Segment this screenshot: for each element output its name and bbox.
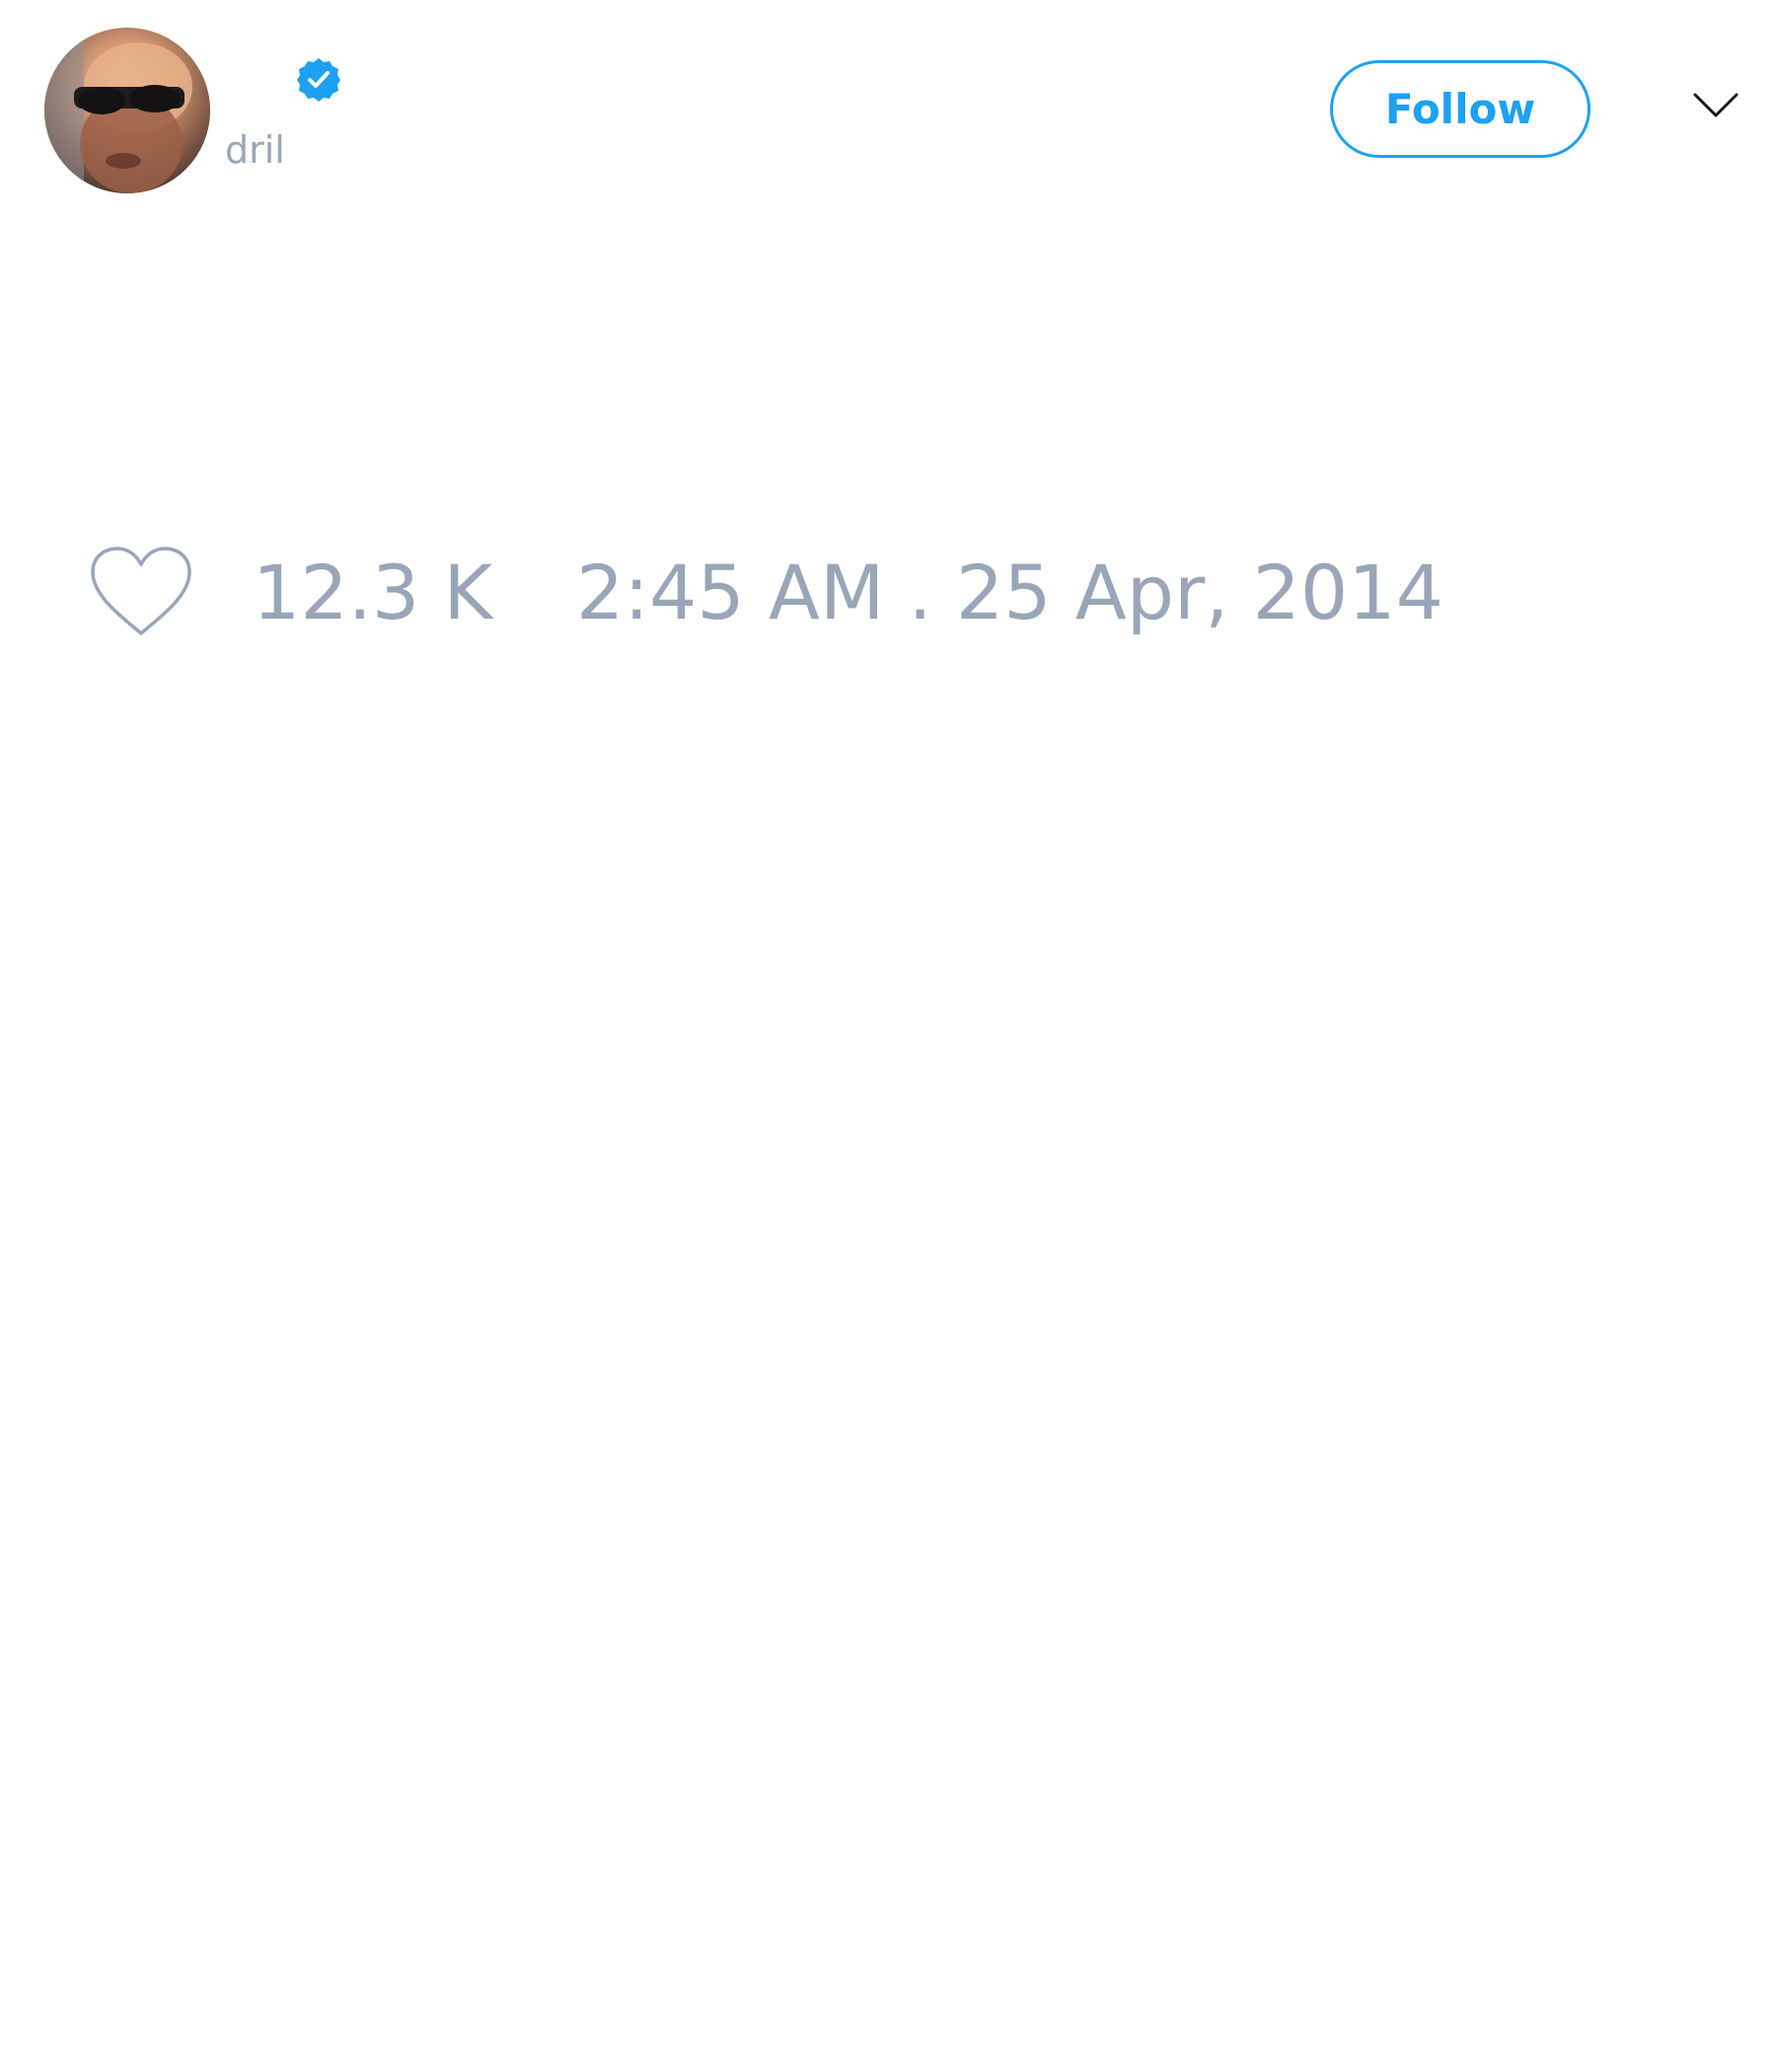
tweet-stats: 12.3 K 2:45 AM . 25 Apr, 2014 xyxy=(0,533,1776,651)
avatar[interactable] xyxy=(44,28,210,193)
verified-badge-icon xyxy=(297,58,340,102)
chevron-down-icon[interactable] xyxy=(1692,91,1739,120)
tweet-timestamp[interactable]: 2:45 AM . 25 Apr, 2014 xyxy=(576,551,1443,635)
avatar-photo xyxy=(44,28,210,193)
follow-button[interactable]: Follow xyxy=(1330,60,1591,158)
like-count: 12.3 K xyxy=(253,549,493,636)
tweet-header: dril Follow xyxy=(0,0,1776,217)
heart-icon[interactable] xyxy=(89,545,193,639)
user-handle[interactable]: dril xyxy=(225,128,285,172)
